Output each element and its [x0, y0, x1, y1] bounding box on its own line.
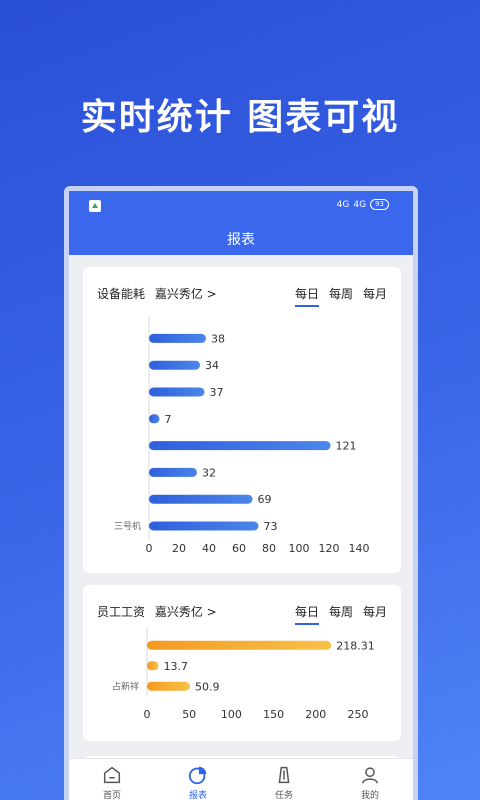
tab-mine-label: 我的 — [360, 791, 379, 800]
salary-bar — [147, 681, 190, 691]
energy-bar — [149, 441, 331, 451]
energy-tick-label: 20 — [172, 542, 186, 555]
energy-tick-label: 120 — [319, 542, 340, 555]
app-notification-icon — [89, 200, 101, 212]
energy-data-label: 32 — [202, 466, 216, 479]
energy-bar-chart: 38 34 37 7 121 32 69 73 三号机 0 20 40 60 80 100 120 140 — [114, 317, 370, 555]
energy-tick-label: 140 — [349, 542, 370, 555]
energy-data-label: 34 — [205, 359, 219, 372]
energy-card: 设备能耗 嘉兴秀亿 > 每日 每周 每月 38 34 37 7 121 32 69 73 三号机… — [83, 267, 401, 573]
energy-bar — [149, 467, 197, 477]
task-icon — [278, 766, 290, 784]
salary-tick-label: 50 — [182, 708, 196, 721]
status-indicators: 4G 4G 93 — [337, 199, 389, 210]
salary-tick-label: 100 — [221, 708, 242, 721]
salary-category-label: 占新祥 — [112, 680, 139, 692]
salary-data-label: 13.7 — [164, 660, 189, 673]
tab-report-label: 报表 — [188, 791, 207, 800]
user-icon — [361, 767, 379, 784]
tab-report[interactable]: 报表 — [155, 759, 241, 800]
tab-home-label: 首页 — [102, 791, 121, 800]
home-icon — [103, 766, 121, 784]
signal-2: 4G — [353, 199, 367, 210]
battery-indicator: 93 — [370, 199, 389, 210]
salary-tick-label: 150 — [263, 708, 284, 721]
energy-tick-label: 80 — [262, 542, 276, 555]
energy-tick-label: 0 — [146, 542, 153, 555]
app-bar: 4G 4G 93 报表 — [69, 191, 413, 255]
energy-bar — [149, 333, 206, 343]
tab-mine[interactable]: 我的 — [327, 759, 413, 800]
tab-home[interactable]: 首页 — [69, 759, 155, 800]
energy-data-label: 7 — [165, 413, 172, 426]
tab-task[interactable]: 任务 — [241, 759, 327, 800]
salary-bar — [147, 661, 159, 671]
status-bar: 4G 4G 93 — [69, 191, 413, 215]
energy-data-label: 38 — [211, 332, 225, 345]
energy-bar — [149, 521, 259, 531]
salary-card: 员工工资 嘉兴秀亿 > 每日 每周 每月 218.31 13.7 50.9 占新祥 0 5… — [83, 585, 401, 741]
salary-data-label: 50.9 — [195, 680, 220, 693]
salary-tick-label: 250 — [348, 708, 369, 721]
signal-1: 4G — [336, 199, 350, 210]
bottom-tab-bar: 首页 报表 任务 我的 — [69, 758, 413, 800]
phone-frame: 4G 4G 93 报表 设备能耗 嘉兴秀亿 > 每日 每周 每月 38 34 3… — [64, 186, 418, 800]
salary-tick-label: 200 — [305, 708, 326, 721]
energy-tick-label: 60 — [232, 542, 246, 555]
energy-data-label: 69 — [258, 493, 272, 506]
energy-data-label: 73 — [264, 520, 278, 533]
energy-tick-label: 100 — [289, 542, 310, 555]
tab-task-label: 任务 — [274, 791, 293, 800]
energy-category-label: 三号机 — [114, 520, 141, 532]
salary-tick-label: 0 — [144, 708, 151, 721]
energy-bar — [149, 360, 200, 370]
energy-bar — [149, 387, 205, 397]
energy-data-label: 121 — [336, 440, 357, 453]
salary-bar — [147, 640, 332, 650]
promo-headline: 实时统计 图表可视 — [80, 97, 400, 138]
salary-bar-chart: 218.31 13.7 50.9 占新祥 0 50 100 150 200 250 — [112, 627, 375, 721]
energy-bar — [149, 414, 160, 424]
app-screen: 4G 4G 93 报表 设备能耗 嘉兴秀亿 > 每日 每周 每月 38 34 3… — [69, 191, 413, 800]
salary-data-label: 218.31 — [336, 639, 375, 652]
energy-data-label: 37 — [210, 386, 224, 399]
page-title: 报表 — [227, 232, 255, 248]
chart-icon — [188, 766, 207, 785]
energy-bar — [149, 494, 253, 504]
energy-tick-label: 40 — [202, 542, 216, 555]
